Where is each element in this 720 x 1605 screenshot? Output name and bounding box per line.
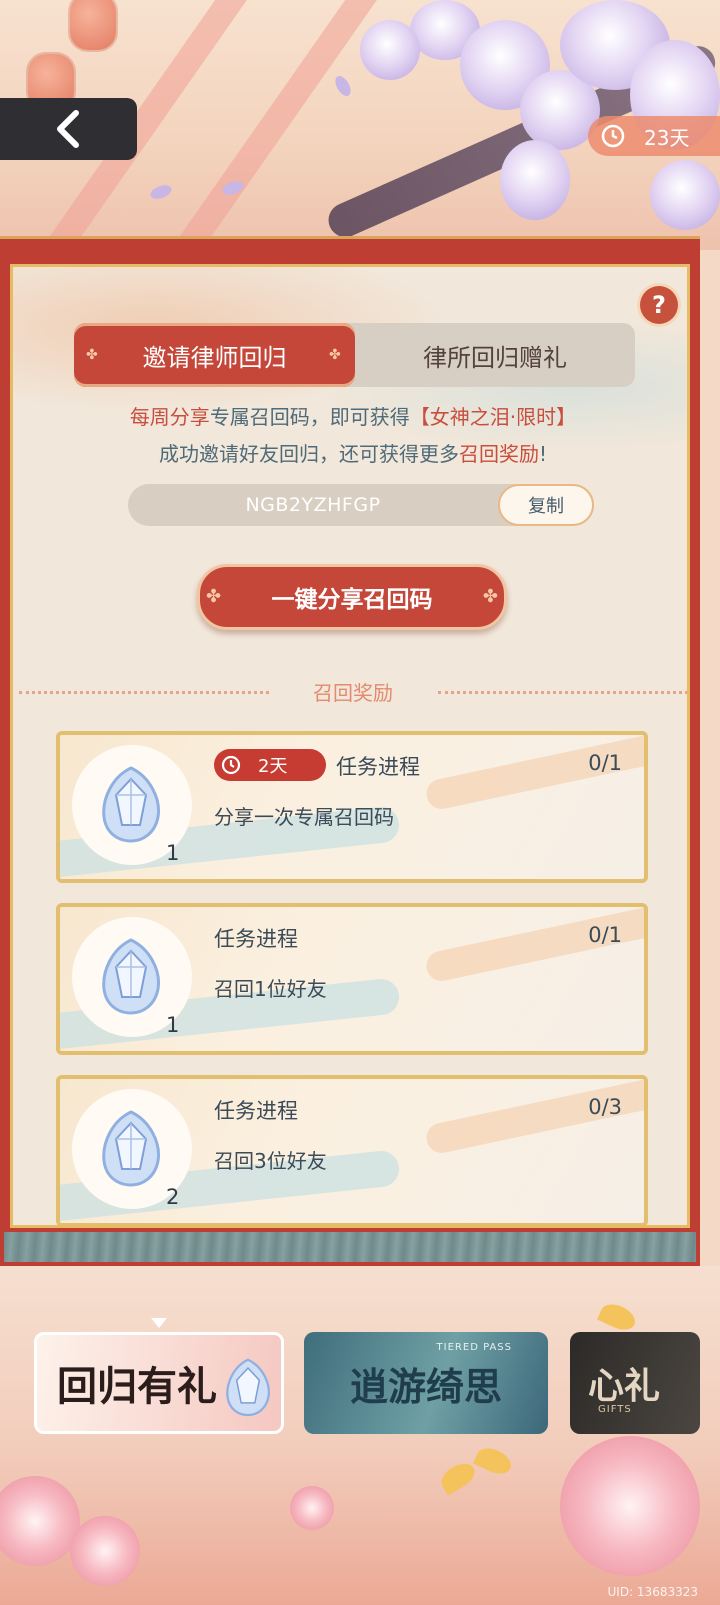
wisteria-decor <box>650 160 720 230</box>
reward-quantity: 1 <box>166 841 180 865</box>
blossom-decor <box>0 1476 80 1566</box>
share-button-label: 一键分享召回码 <box>271 587 433 613</box>
lantern-decor <box>70 0 116 50</box>
tab-firm-gifts-label: 律所回归赠礼 <box>423 343 567 372</box>
nav-gifts-label: 心礼 <box>588 1365 661 1407</box>
tear-gem-icon <box>102 766 160 843</box>
event-timer-text: 23天 <box>644 125 690 150</box>
knot-decor-icon: ✤ <box>482 586 498 607</box>
tab-invite-lawyer[interactable]: ✤ 邀请律师回归 ✤ <box>74 323 355 387</box>
reward-quantity: 2 <box>166 1185 180 1209</box>
task-description: 分享一次专属召回码 <box>214 805 394 829</box>
task-progress-label: 任务进程 <box>214 927 298 951</box>
time-limit-badge: 2天 <box>214 749 326 781</box>
desc-goddess-tear: 【女神之泪·限时】 <box>409 405 577 429</box>
desc-line2-prefix: 成功邀请好友回归，还可获得更多 <box>158 442 459 466</box>
clock-icon <box>601 124 625 148</box>
wisteria-decor <box>360 20 420 80</box>
share-recall-code-button[interactable]: ✤ 一键分享召回码 ✤ <box>197 564 507 630</box>
top-banner-scene: 23天 <box>0 0 720 250</box>
knot-decor-icon: ✤ <box>206 586 222 607</box>
desc-line1-mid: 专属召回码，即可获得 <box>209 405 410 429</box>
desc-weekly-share: 每周分享 <box>129 405 210 429</box>
task-description: 召回1位好友 <box>214 977 327 1001</box>
event-timer-badge: 23天 <box>588 116 720 156</box>
copy-button[interactable]: 复制 <box>498 484 594 526</box>
tab-bar: ✤ 邀请律师回归 ✤ 律所回归赠礼 <box>74 323 635 387</box>
tear-gem-icon <box>102 1110 160 1187</box>
task-progress-label: 任务进程 <box>214 1099 298 1123</box>
tear-gem-icon <box>102 938 160 1015</box>
blossom-decor <box>290 1486 334 1530</box>
time-limit-text: 2天 <box>258 756 288 777</box>
leaf-decor <box>597 1299 639 1335</box>
uid-label: UID: 13683323 <box>607 1585 699 1599</box>
reward-list[interactable]: 1 2天 任务进程 0/1 分享一次专属召回码 1 任务进程 0/1 召回1位好… <box>13 731 687 1225</box>
nav-tiered-pass-label: 逍游绮思 <box>349 1363 502 1409</box>
knot-decor-icon: ✤ <box>329 347 341 363</box>
chevron-left-icon <box>56 110 79 148</box>
task-progress-label: 任务进程 <box>336 755 420 779</box>
tear-gem-icon <box>226 1358 270 1417</box>
tab-invite-lawyer-label: 邀请律师回归 <box>142 343 287 372</box>
task-description: 召回3位好友 <box>214 1149 327 1173</box>
section-divider <box>438 691 687 694</box>
nav-tiered-pass[interactable]: TIERED PASS 逍游绮思 <box>304 1332 548 1434</box>
reward-card: 1 任务进程 0/1 召回1位好友 <box>56 903 648 1055</box>
help-button[interactable]: ? <box>640 286 678 324</box>
desc-recall-rewards: 召回奖励 <box>458 442 539 466</box>
description-line-2: 成功邀请好友回归，还可获得更多召回奖励! <box>13 438 687 467</box>
nav-return-gifts[interactable]: 回归有礼 <box>34 1332 284 1434</box>
nav-gifts-sub: GIFTS <box>598 1404 632 1415</box>
leaf-decor <box>473 1443 515 1479</box>
task-progress-value: 0/3 <box>588 1095 622 1119</box>
back-button[interactable] <box>0 98 137 160</box>
nav-gifts[interactable]: 心礼 GIFTS <box>570 1332 700 1434</box>
reward-card: 2 任务进程 0/3 召回3位好友 <box>56 1075 648 1225</box>
task-progress-value: 0/1 <box>588 751 622 775</box>
clock-icon <box>221 755 241 775</box>
panel-bottom-band <box>4 1232 696 1262</box>
leaf-decor <box>436 1458 480 1496</box>
selected-indicator <box>151 1318 167 1328</box>
nav-tiered-pass-sub: TIERED PASS <box>436 1342 512 1353</box>
reward-quantity: 1 <box>166 1013 180 1037</box>
recall-code-field: NGB2YZHFGP 复制 <box>128 484 594 526</box>
blossom-decor <box>70 1516 140 1586</box>
reward-card: 1 2天 任务进程 0/1 分享一次专属召回码 <box>56 731 648 883</box>
petal-decor <box>148 182 174 202</box>
nav-return-gifts-label: 回归有礼 <box>57 1363 217 1410</box>
recall-code-text: NGB2YZHFGP <box>245 494 381 516</box>
task-progress-value: 0/1 <box>588 923 622 947</box>
knot-decor-icon: ✤ <box>86 347 98 363</box>
tab-firm-gifts[interactable]: 律所回归赠礼 <box>355 323 635 387</box>
petal-decor <box>332 73 354 99</box>
description-line-1: 每周分享专属召回码，即可获得【女神之泪·限时】 <box>13 401 687 430</box>
wisteria-decor <box>500 140 570 220</box>
panel-cloud-decor <box>13 267 687 507</box>
recall-panel: ? ✤ 邀请律师回归 ✤ 律所回归赠礼 每周分享专属召回码，即可获得【女神之泪·… <box>10 264 690 1228</box>
bottom-nav-scene: 回归有礼 TIERED PASS 逍游绮思 心礼 GIFTS <box>0 1266 720 1605</box>
blossom-decor <box>560 1436 700 1576</box>
desc-line2-suffix: ! <box>538 442 548 466</box>
